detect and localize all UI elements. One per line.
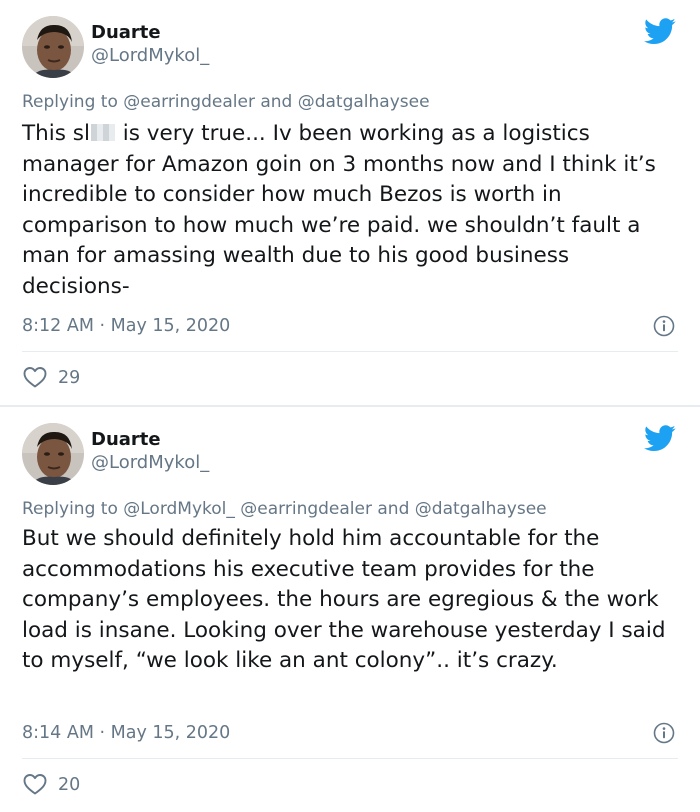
tweet-header: Duarte @LordMykol_ [22,423,678,485]
author-handle[interactable]: @LordMykol_ [91,451,209,475]
twitter-bird-icon[interactable] [644,18,676,45]
tweet-time: 8:14 AM [22,723,94,743]
reply-mentions[interactable]: @earringdealer and @datgalhaysee [123,92,429,112]
screenshot-page: Duarte @LordMykol_ Replying to @earringd… [0,0,700,812]
like-count: 29 [58,368,81,388]
tweet-header: Duarte @LordMykol_ [22,16,678,78]
avatar-image [22,423,84,485]
author-names: Duarte @LordMykol_ [91,22,209,68]
tweet-text-part: is very true... Iv been working as a log… [22,121,656,299]
divider [22,758,678,759]
timestamp-separator: · [93,316,111,336]
tweet-time: 8:12 AM [22,316,94,336]
reply-mentions[interactable]: @LordMykol_ @earringdealer and @datgalha… [123,499,546,519]
heart-icon [23,774,47,795]
author-display-name[interactable]: Duarte [91,429,209,451]
author-names: Duarte @LordMykol_ [91,429,209,475]
tweet-text: This sl is very true... Iv been working … [22,119,670,302]
tweet-card[interactable]: Duarte @LordMykol_ Replying to @LordMyko… [0,407,700,812]
tweet-timestamp[interactable]: 8:14 AM · May 15, 2020 [22,720,678,746]
info-icon[interactable] [653,315,675,337]
replying-to: Replying to @earringdealer and @datgalha… [22,91,678,113]
tweet-text-part: This sl [22,121,90,146]
info-icon[interactable] [653,722,675,744]
tweet-card[interactable]: Duarte @LordMykol_ Replying to @earringd… [0,0,700,405]
timestamp-separator: · [93,723,111,743]
censored-word-blur [90,124,115,141]
avatar-image [22,16,84,78]
heart-icon [23,367,47,388]
twitter-bird-icon[interactable] [644,425,676,452]
avatar[interactable] [22,423,84,485]
avatar[interactable] [22,16,84,78]
replying-to: Replying to @LordMykol_ @earringdealer a… [22,498,678,520]
tweet-timestamp[interactable]: 8:12 AM · May 15, 2020 [22,313,678,339]
like-button[interactable]: 20 [22,771,80,799]
tweet-date: May 15, 2020 [110,723,231,743]
author-handle[interactable]: @LordMykol_ [91,44,209,68]
replying-to-label: Replying to [22,92,124,112]
like-button[interactable]: 29 [22,364,80,392]
replying-to-label: Replying to [22,499,124,519]
tweet-text: But we should definitely hold him accoun… [22,526,666,673]
like-count: 20 [58,775,81,795]
author-display-name[interactable]: Duarte [91,22,209,44]
tweet-date: May 15, 2020 [110,316,231,336]
divider [22,351,678,352]
